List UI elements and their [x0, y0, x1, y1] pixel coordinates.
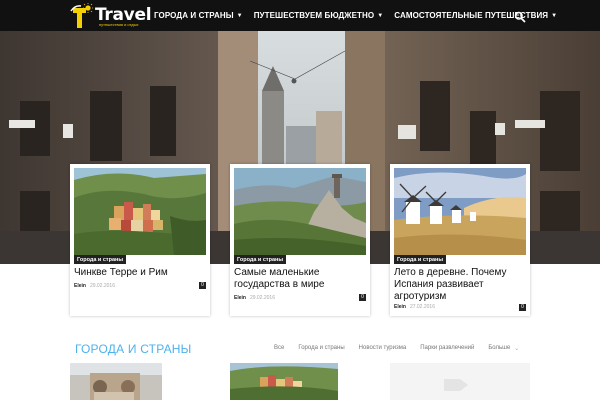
section-title: Города и страны [75, 342, 192, 356]
site-logo[interactable]: Travel путешествия и отдых [69, 3, 152, 29]
filter-all[interactable]: Все [274, 345, 284, 351]
nav-item-label: Путешествуем бюджетно [253, 11, 375, 20]
nav-item-independent[interactable]: Самостоятельные путешествия ▼ [394, 11, 557, 20]
filter-amusement-parks[interactable]: Парки развлечений [420, 345, 474, 351]
post-author[interactable]: Elein [234, 295, 246, 301]
post-author[interactable]: Elein [394, 304, 406, 310]
chevron-down-icon[interactable]: ⌄ [514, 345, 519, 352]
post-title[interactable]: Чинкве Терре и Рим [74, 267, 206, 279]
post-thumbnail[interactable] [394, 168, 526, 255]
chevron-down-icon: ▼ [551, 12, 558, 19]
post-thumbnail[interactable] [234, 168, 366, 255]
post-author[interactable]: Elein [74, 283, 86, 289]
filter-tourism-news[interactable]: Новости туризма [359, 345, 407, 351]
search-button[interactable] [514, 10, 526, 23]
nav-item-budget[interactable]: Путешествуем бюджетно ▼ [254, 11, 384, 20]
category-badge[interactable]: Города и страны [74, 255, 127, 264]
comment-count[interactable]: 0 [519, 304, 526, 311]
featured-post-card[interactable]: Города и страны Чинкве Терре и Рим Elein… [70, 164, 210, 316]
post-title[interactable]: Лето в деревне. Почему Испания развивает… [394, 267, 526, 302]
featured-post-card[interactable]: Города и страны Самые маленькие государс… [230, 164, 370, 316]
chevron-down-icon: ▼ [377, 12, 384, 19]
featured-post-card[interactable]: Города и страны Лето в деревне. Почему И… [390, 164, 530, 316]
post-meta: Elein 27.02.2016 [394, 304, 435, 310]
post-thumbnail[interactable] [230, 363, 338, 400]
post-meta: Elein 29.02.2016 [74, 283, 115, 289]
post-meta: Elein 29.02.2016 [234, 295, 275, 301]
comment-count[interactable]: 0 [199, 282, 206, 289]
category-badge[interactable]: Города и страны [394, 255, 447, 264]
nav-item-cities[interactable]: Города и страны ▼ [154, 11, 243, 20]
main-menu: Города и страны ▼ Путешествуем бюджетно … [154, 0, 568, 31]
nav-item-label: Города и страны [154, 11, 234, 20]
post-date: 29.02.2016 [89, 283, 115, 289]
search-icon [514, 11, 526, 23]
post-date: 27.02.2016 [409, 304, 435, 310]
top-navigation-bar: Travel путешествия и отдых Города и стра… [0, 0, 600, 31]
post-thumbnail[interactable] [70, 363, 162, 400]
post-thumbnail[interactable] [390, 363, 530, 400]
logo-icon [70, 3, 93, 28]
comment-count[interactable]: 0 [359, 294, 366, 301]
chevron-down-icon: ▼ [236, 12, 243, 19]
section-filter-tabs: Все Города и страны Новости туризма Парк… [274, 344, 519, 352]
post-date: 29.02.2016 [249, 295, 275, 301]
post-title[interactable]: Самые маленькие государства в мире [234, 267, 366, 291]
logo-subtitle: путешествия и отдых [99, 22, 139, 27]
filter-more[interactable]: Больше [488, 345, 510, 351]
post-thumbnail[interactable] [74, 168, 206, 255]
category-badge[interactable]: Города и страны [234, 255, 287, 264]
filter-cities[interactable]: Города и страны [298, 345, 344, 351]
